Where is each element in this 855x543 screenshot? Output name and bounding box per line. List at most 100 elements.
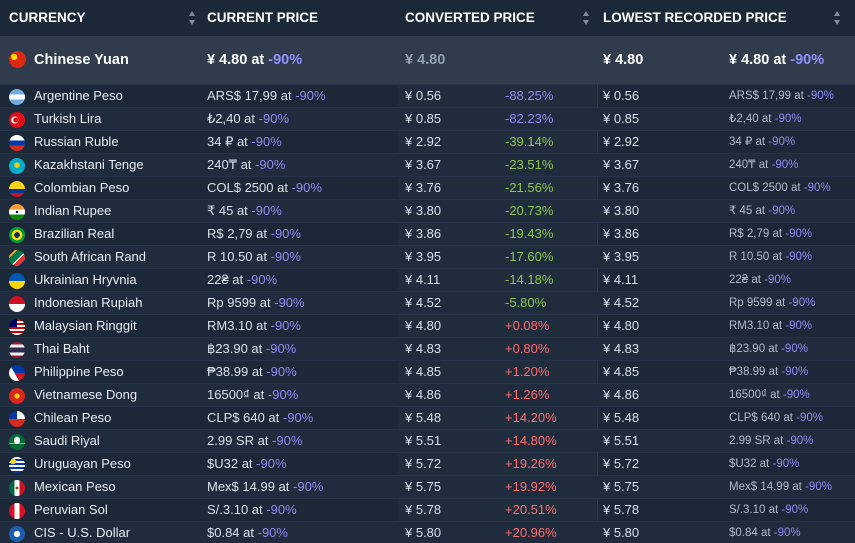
table-row[interactable]: CIS - U.S. Dollar $0.84 at -90% ¥ 5.80 +20.… xyxy=(0,521,855,543)
lowest-price: ¥ 0.85 xyxy=(603,111,640,126)
header-lowest-recorded-price[interactable]: LOWEST RECORDED PRICE xyxy=(603,0,787,36)
price-difference: -82.23% xyxy=(505,111,554,126)
price-difference: +14.80% xyxy=(505,433,557,448)
price-difference: -39.14% xyxy=(505,134,554,149)
table-header: CURRENCY CURRENT PRICE CONVERTED PRICE L… xyxy=(0,0,855,36)
table-row[interactable]: Mexican Peso Mex$ 14.99 at -90% ¥ 5.75 +19.… xyxy=(0,475,855,498)
base-currency-row: Chinese Yuan ¥ 4.80 at -90% ¥ 4.80 ¥ 4.8… xyxy=(0,36,855,84)
converted-price: ¥ 5.51 xyxy=(405,433,442,448)
currency-name: Kazakhstani Tenge xyxy=(34,157,144,172)
current-price: 16500₫ at -90% xyxy=(207,387,299,402)
current-price: Mex$ 14.99 at -90% xyxy=(207,479,324,494)
table-row[interactable]: Indonesian Rupiah Rp 9599 at -90% ¥ 4.52 -5… xyxy=(0,291,855,314)
table-row[interactable]: Philippine Peso ₱38.99 at -90% ¥ 4.85 +1.20… xyxy=(0,360,855,383)
lowest-price: ¥ 5.72 xyxy=(603,456,640,471)
table-row[interactable]: Kazakhstani Tenge 240₸ at -90% ¥ 3.67 -23.5… xyxy=(0,153,855,176)
lowest-price-detail: S/.3.10 at -90% xyxy=(729,504,809,516)
flag-icon xyxy=(9,204,25,220)
lowest-price-detail: 16500₫ at -90% xyxy=(729,389,810,401)
table-row[interactable]: South African Rand R 10.50 at -90% ¥ 3.95 -… xyxy=(0,245,855,268)
currency-name: Mexican Peso xyxy=(34,479,116,494)
price-difference: +0.08% xyxy=(505,318,550,333)
price-difference: +19.26% xyxy=(505,456,557,471)
currency-name: Indian Rupee xyxy=(34,203,112,218)
table-row[interactable]: Ukrainian Hryvnia 22₴ at -90% ¥ 4.11 -14.18… xyxy=(0,268,855,291)
flag-icon xyxy=(9,89,25,105)
table-row[interactable]: Peruvian Sol S/.3.10 at -90% ¥ 5.78 +20.51%… xyxy=(0,498,855,521)
currency-name: Russian Ruble xyxy=(34,134,119,149)
lowest-price: ¥ 3.80 xyxy=(603,203,640,218)
currency-name: Philippine Peso xyxy=(34,364,124,379)
price-difference: +20.51% xyxy=(505,502,557,517)
lowest-price-detail: R 10.50 at -90% xyxy=(729,251,813,263)
current-price: 22₴ at -90% xyxy=(207,272,278,287)
lowest-price-detail: ₹ 45 at -90% xyxy=(729,205,796,217)
flag-icon xyxy=(9,250,25,266)
lowest-price: ¥ 5.48 xyxy=(603,410,640,425)
table-row[interactable]: Russian Ruble 34 ₽ at -90% ¥ 2.92 -39.14% ¥ … xyxy=(0,130,855,153)
flag-icon xyxy=(9,411,25,427)
lowest-price: ¥ 2.92 xyxy=(603,134,640,149)
table-row[interactable]: Malaysian Ringgit RM3.10 at -90% ¥ 4.80 +0.… xyxy=(0,314,855,337)
lowest-price: ¥ 3.86 xyxy=(603,226,640,241)
flag-icon xyxy=(9,112,25,128)
header-currency[interactable]: CURRENCY xyxy=(9,0,86,36)
table-row[interactable]: Uruguayan Peso $U32 at -90% ¥ 5.72 +19.26% ¥… xyxy=(0,452,855,475)
converted-price: ¥ 3.80 xyxy=(405,203,442,218)
flag-icon xyxy=(9,158,25,174)
price-difference: +1.20% xyxy=(505,364,550,379)
converted-price: ¥ 5.48 xyxy=(405,410,442,425)
current-price: ₺2,40 at -90% xyxy=(207,111,290,126)
converted-price: ¥ 0.85 xyxy=(405,111,442,126)
current-price: S/.3.10 at -90% xyxy=(207,502,297,517)
sort-currency-icon[interactable] xyxy=(189,11,196,25)
currency-rows: Argentine Peso ARS$ 17,99 at -90% ¥ 0.56 -8… xyxy=(0,84,855,543)
flag-icon xyxy=(9,457,25,473)
table-row[interactable]: Brazilian Real R$ 2,79 at -90% ¥ 3.86 -19.4… xyxy=(0,222,855,245)
current-price: 2.99 SR at -90% xyxy=(207,433,303,448)
table-row[interactable]: Indian Rupee ₹ 45 at -90% ¥ 3.80 -20.73% ¥ 3… xyxy=(0,199,855,222)
table-row[interactable]: Saudi Riyal 2.99 SR at -90% ¥ 5.51 +14.80% ¥… xyxy=(0,429,855,452)
sort-lowest-icon[interactable] xyxy=(834,11,841,25)
converted-price: ¥ 5.75 xyxy=(405,479,442,494)
currency-name: Peruvian Sol xyxy=(34,502,108,517)
current-price: ₹ 45 at -90% xyxy=(207,203,282,218)
lowest-price-detail: Rp 9599 at -90% xyxy=(729,297,816,309)
table-row[interactable]: Argentine Peso ARS$ 17,99 at -90% ¥ 0.56 -8… xyxy=(0,84,855,107)
table-row[interactable]: Colombian Peso COL$ 2500 at -90% ¥ 3.76 -21… xyxy=(0,176,855,199)
price-difference: +19.92% xyxy=(505,479,557,494)
current-price: R$ 2,79 at -90% xyxy=(207,226,301,241)
header-current-price[interactable]: CURRENT PRICE xyxy=(207,0,318,36)
currency-name: Ukrainian Hryvnia xyxy=(34,272,137,287)
current-price: $U32 at -90% xyxy=(207,456,287,471)
price-difference: -21.56% xyxy=(505,180,554,195)
current-price: R 10.50 at -90% xyxy=(207,249,301,264)
table-row[interactable]: Chilean Peso CLP$ 640 at -90% ¥ 5.48 +14.20… xyxy=(0,406,855,429)
lowest-price: ¥ 4.11 xyxy=(603,272,639,287)
price-difference: +0.80% xyxy=(505,341,550,356)
table-row[interactable]: Turkish Lira ₺2,40 at -90% ¥ 0.85 -82.23% ¥ … xyxy=(0,107,855,130)
price-difference: -17.60% xyxy=(505,249,554,264)
price-difference: +14.20% xyxy=(505,410,557,425)
lowest-price-detail: Mex$ 14.99 at -90% xyxy=(729,481,832,493)
lowest-price: ¥ 5.80 xyxy=(603,525,640,540)
table-row[interactable]: Vietnamese Dong 16500₫ at -90% ¥ 4.86 +1.26… xyxy=(0,383,855,406)
sort-converted-icon[interactable] xyxy=(583,11,590,25)
lowest-price-detail: ฿23.90 at -90% xyxy=(729,343,808,355)
lowest-price: ¥ 3.95 xyxy=(603,249,640,264)
converted-price: ¥ 3.86 xyxy=(405,226,442,241)
header-converted-price[interactable]: CONVERTED PRICE xyxy=(405,0,535,36)
currency-name: Indonesian Rupiah xyxy=(34,295,143,310)
currency-name: Malaysian Ringgit xyxy=(34,318,137,333)
lowest-price: ¥ 4.83 xyxy=(603,341,640,356)
table-row[interactable]: Thai Baht ฿23.90 at -90% ¥ 4.83 +0.80% ¥ 4.8… xyxy=(0,337,855,360)
lowest-price: ¥ 4.85 xyxy=(603,364,640,379)
current-price: ฿23.90 at -90% xyxy=(207,341,297,356)
lowest-price-detail: 240₸ at -90% xyxy=(729,159,799,171)
flag-icon xyxy=(9,227,25,243)
price-difference: -5.80% xyxy=(505,295,547,310)
flag-icon xyxy=(9,135,25,151)
lowest-price-detail: ₱38.99 at -90% xyxy=(729,366,809,378)
lowest-price-detail: COL$ 2500 at -90% xyxy=(729,182,831,194)
current-price: COL$ 2500 at -90% xyxy=(207,180,322,195)
